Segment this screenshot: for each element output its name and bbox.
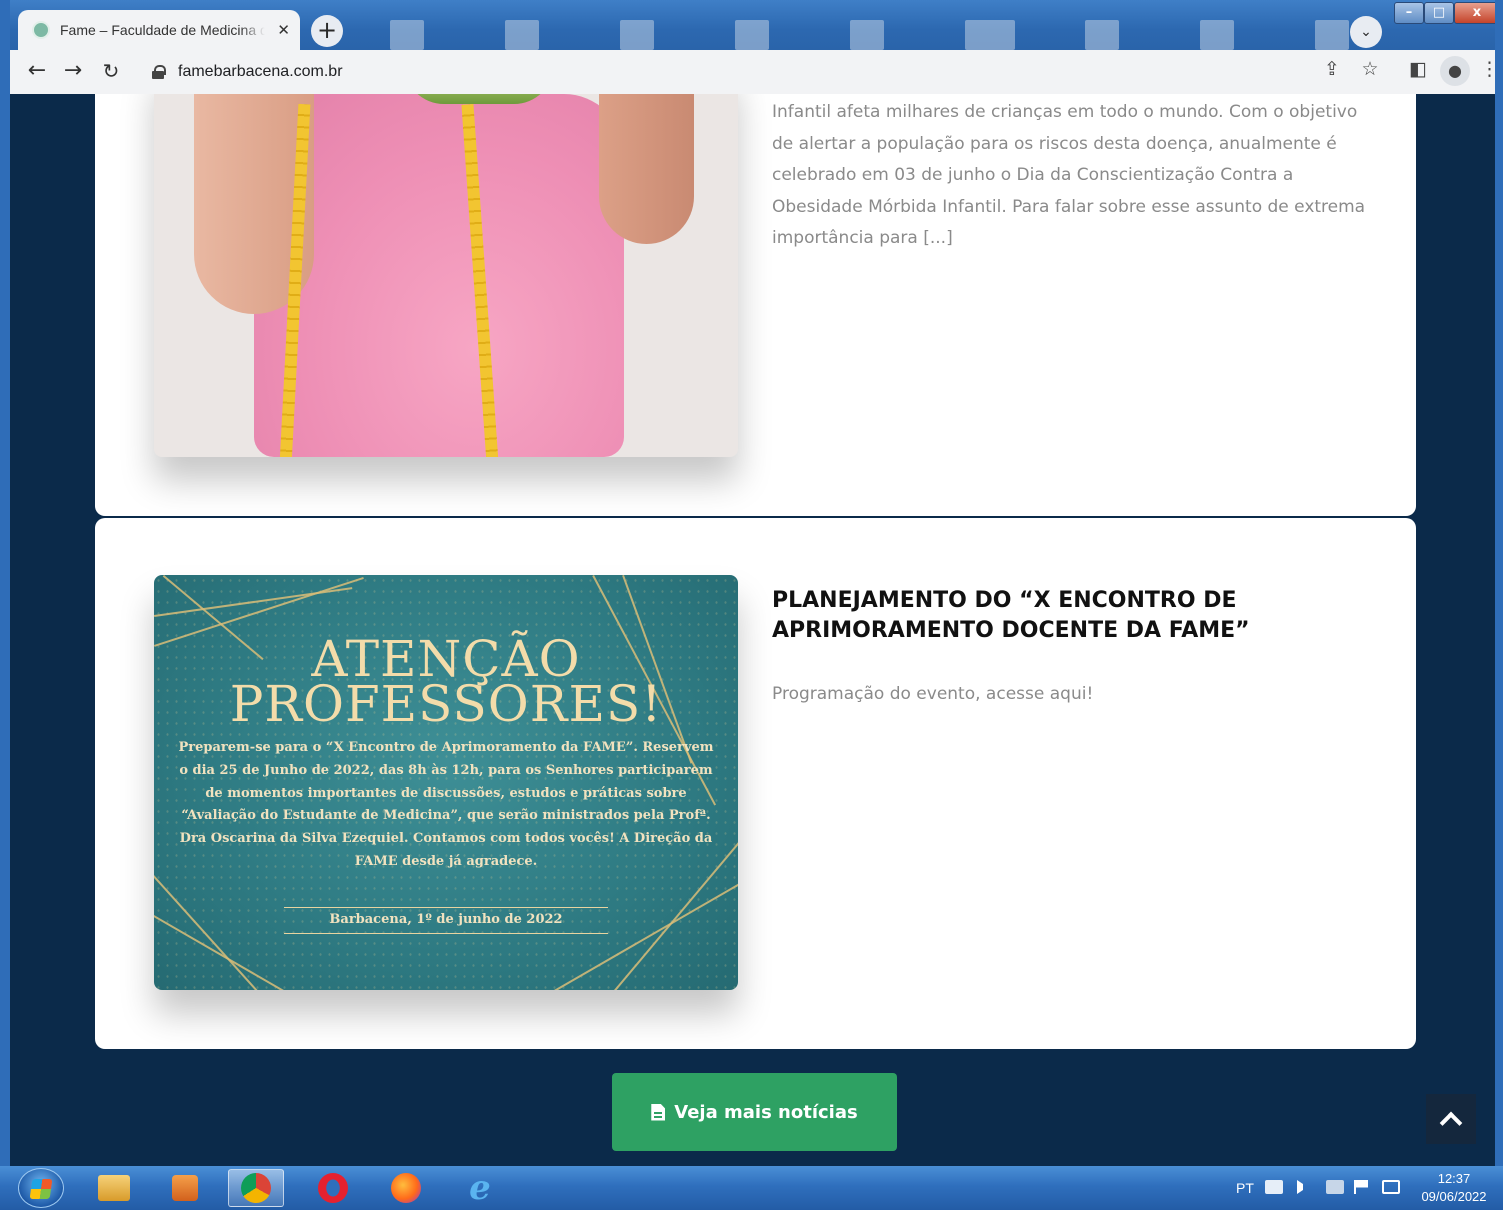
browser-tab-strip: Fame – Faculdade de Medicina de Barbacen… xyxy=(0,0,1503,50)
site-favicon-icon xyxy=(32,21,50,39)
close-window-button[interactable]: x xyxy=(1454,2,1500,24)
promo-date: Barbacena, 1º de junho de 2022 xyxy=(329,912,563,927)
start-button[interactable] xyxy=(18,1168,64,1208)
sidepanel-icon[interactable]: ◧ xyxy=(1404,58,1432,80)
window-frame-left xyxy=(0,0,10,1166)
document-icon xyxy=(651,1103,666,1121)
forward-icon[interactable]: → xyxy=(58,56,88,86)
taskbar-opera[interactable] xyxy=(305,1169,361,1207)
taskbar-chrome[interactable] xyxy=(228,1169,284,1207)
desktop-icon xyxy=(390,20,424,50)
language-indicator[interactable]: PT xyxy=(1236,1166,1254,1210)
window-frame-right xyxy=(1495,0,1503,1166)
profile-icon[interactable]: ● xyxy=(1440,56,1470,86)
promo-divider xyxy=(284,933,608,934)
desktop-icon xyxy=(620,20,654,50)
news-excerpt: Programação do evento, acesse aqui! xyxy=(772,684,1094,704)
tab-title: Fame – Faculdade de Medicina de Barbacen… xyxy=(60,22,265,38)
folder-icon xyxy=(98,1175,130,1201)
taskbar-firefox[interactable] xyxy=(378,1169,434,1207)
promo-body-text: Preparem-se para o “X Encontro de Aprimo… xyxy=(178,740,714,869)
star-icon[interactable]: ☆ xyxy=(1356,58,1384,80)
volume-icon[interactable] xyxy=(1297,1180,1311,1194)
share-icon[interactable]: ⇪ xyxy=(1318,58,1346,80)
lock-icon[interactable] xyxy=(152,65,166,79)
desktop-icon xyxy=(850,20,884,50)
promo-headline: PROFESSORES! xyxy=(229,675,663,733)
desktop-icon xyxy=(965,20,1015,50)
new-tab-button[interactable]: + xyxy=(311,15,343,47)
media-player-icon xyxy=(172,1175,198,1201)
minimize-button[interactable]: – xyxy=(1394,2,1424,24)
address-bar[interactable]: famebarbacena.com.br xyxy=(140,57,1390,87)
browser-tab[interactable]: Fame – Faculdade de Medicina de Barbacen… xyxy=(18,10,300,50)
page-viewport: Infantil afeta milhares de crianças em t… xyxy=(10,94,1495,1166)
desktop-icon xyxy=(735,20,769,50)
news-title[interactable]: PLANEJAMENTO DO “X ENCONTRO DE APRIMORAM… xyxy=(772,586,1332,646)
close-tab-icon[interactable]: ✕ xyxy=(277,21,290,39)
reload-icon[interactable]: ↻ xyxy=(96,56,126,86)
desktop-icon xyxy=(505,20,539,50)
system-clock[interactable]: 12:37 09/06/2022 xyxy=(1412,1170,1496,1206)
news-card: Infantil afeta milhares de crianças em t… xyxy=(95,94,1416,516)
news-excerpt: Infantil afeta milhares de crianças em t… xyxy=(772,102,1366,249)
opera-icon xyxy=(318,1173,348,1203)
desktop-icon xyxy=(1315,20,1349,50)
news-card: ATENÇÃO PROFESSORES! Preparem-se para o … xyxy=(95,518,1416,1049)
maximize-button[interactable]: □ xyxy=(1424,2,1454,24)
taskbar-explorer[interactable] xyxy=(86,1169,142,1207)
taskbar-ie[interactable]: e xyxy=(452,1168,508,1208)
desktop-icon xyxy=(1200,20,1234,50)
chrome-icon xyxy=(241,1173,271,1203)
back-to-top-button[interactable] xyxy=(1426,1094,1476,1144)
browser-toolbar: ← → ↻ famebarbacena.com.br ⇪ ☆ ◧ ● ⋮ xyxy=(0,50,1503,94)
keyboard-icon[interactable] xyxy=(1265,1180,1283,1194)
internet-explorer-icon: e xyxy=(469,1168,491,1208)
promo-divider xyxy=(284,907,608,908)
chevron-up-icon xyxy=(1439,1111,1463,1135)
network-icon[interactable] xyxy=(1326,1180,1344,1194)
more-news-label: Veja mais notícias xyxy=(674,1101,858,1123)
firefox-icon xyxy=(391,1173,421,1203)
taskbar-media[interactable] xyxy=(157,1169,213,1207)
news-image-obesity[interactable] xyxy=(154,94,738,457)
back-icon[interactable]: ← xyxy=(22,56,52,86)
menu-icon[interactable]: ⋮ xyxy=(1480,58,1499,80)
action-center-icon[interactable] xyxy=(1382,1180,1400,1194)
clock-time: 12:37 xyxy=(1437,1171,1471,1186)
clock-date: 09/06/2022 xyxy=(1421,1189,1487,1204)
desktop-icon xyxy=(1085,20,1119,50)
flag-icon[interactable] xyxy=(1354,1180,1368,1194)
url-text[interactable]: famebarbacena.com.br xyxy=(178,63,343,81)
tab-search-chevron-icon[interactable]: ⌄ xyxy=(1350,16,1382,48)
news-image-promo[interactable]: ATENÇÃO PROFESSORES! Preparem-se para o … xyxy=(154,575,738,990)
image-arm-shape xyxy=(599,94,694,244)
more-news-button[interactable]: Veja mais notícias xyxy=(612,1073,897,1151)
